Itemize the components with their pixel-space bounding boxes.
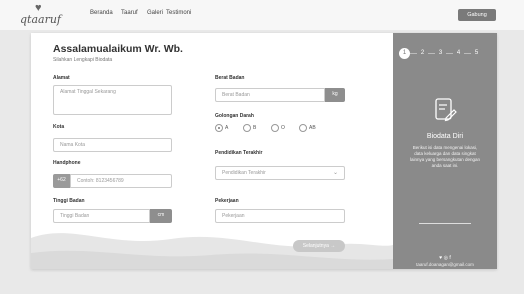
logo[interactable]: ♥ qtaaruf [20,3,68,27]
education-select[interactable]: Pendidikan Terakhir ⌄ [215,166,345,180]
document-edit-icon [435,98,457,122]
greeting-title: Assalamualaikum Wr. Wb. [53,43,183,55]
height-unit: cm [150,209,172,223]
biodata-card: Assalamualaikum Wr. Wb. Silahkan Lengkap… [31,33,497,269]
next-button[interactable]: Selanjutnya → [293,240,345,252]
weight-unit: kg [325,88,345,102]
login-button[interactable]: Gabung [458,9,496,21]
nav-link-beranda[interactable]: Beranda [90,10,113,16]
radio-a-label: A [225,125,229,131]
height-input[interactable]: Tinggi Badan [53,209,150,223]
education-label: Pendidikan Terakhir [215,150,263,156]
step-2[interactable]: 2 [417,48,428,59]
phone-label: Handphone [53,160,81,166]
job-input[interactable]: Pekerjaan [215,209,345,223]
radio-a[interactable] [215,124,223,132]
radio-ab[interactable] [299,124,307,132]
weight-label: Berat Badan [215,75,245,81]
radio-o-label: O [281,125,285,131]
address-label: Alamat [53,75,70,81]
job-label: Pekerjaan [215,198,239,204]
address-textarea[interactable]: Alamat Tinggal Sekarang [53,85,172,115]
navbar: ♥ qtaaruf Beranda Taaruf Galeri Testimon… [0,0,524,30]
step-panel: 1 2 3 4 5 Biodata Diri Berikut isi data … [393,33,497,269]
contact-email[interactable]: taaruf.doanagan@gmail.com [393,262,497,267]
radio-ab-label: AB [309,125,316,131]
city-label: Kota [53,124,65,130]
weight-input[interactable]: Berat Badan [215,88,325,102]
step-3[interactable]: 3 [435,48,446,59]
step-5[interactable]: 5 [471,48,482,59]
radio-b-label: B [253,125,257,131]
divider [419,223,471,224]
phone-input[interactable]: Contoh: 8123456789 [70,174,172,188]
blood-radio-group: A B O AB [215,124,345,134]
radio-b[interactable] [243,124,251,132]
blood-label: Golongan Darah [215,113,254,119]
nav-link-testimoni[interactable]: Testimoni [166,10,191,16]
city-input[interactable]: Nama Kota [53,138,172,152]
radio-o[interactable] [271,124,279,132]
chevron-down-icon: ⌄ [332,170,338,176]
step-4[interactable]: 4 [453,48,464,59]
panel-description: Berikut isi data mengenai lokasi, data k… [409,145,481,168]
phone-prefix: +62 [53,174,70,188]
panel-title: Biodata Diri [426,133,464,140]
height-label: Tinggi Badan [53,198,85,204]
step-1[interactable]: 1 [399,48,410,59]
social-icons[interactable]: ♥ ◎ f [393,255,497,261]
nav-link-galeri[interactable]: Galeri [147,10,163,16]
greeting-subtitle: Silahkan Lengkapi Biodata [53,57,113,63]
logo-text: qtaaruf [20,13,61,26]
education-select-value: Pendidikan Terakhir [222,170,266,176]
nav-link-taaruf[interactable]: Taaruf [121,10,138,16]
